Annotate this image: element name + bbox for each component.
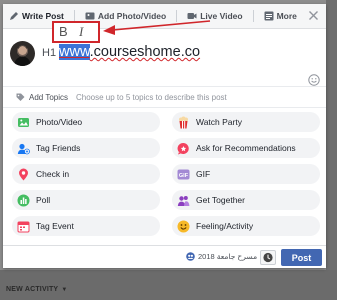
photo-icon bbox=[85, 12, 95, 20]
annotation-arrow-icon bbox=[103, 20, 211, 35]
clock-icon bbox=[263, 252, 273, 263]
backdrop-bottom-bar bbox=[0, 270, 337, 300]
tab-divider bbox=[252, 10, 254, 22]
pencil-icon bbox=[10, 12, 18, 20]
option-gif[interactable]: GIF GIF bbox=[172, 164, 320, 184]
tab-more-label: More bbox=[276, 11, 297, 21]
option-ask-recommendations-label: Ask for Recommendations bbox=[196, 143, 296, 153]
new-activity-label[interactable]: NEW ACTIVITY ▼ bbox=[6, 286, 67, 293]
option-poll[interactable]: Poll bbox=[12, 190, 160, 210]
location-pin-icon bbox=[19, 168, 28, 180]
option-check-in[interactable]: Check in bbox=[12, 164, 160, 184]
group-icon bbox=[186, 252, 195, 261]
option-gif-label: GIF bbox=[196, 169, 211, 179]
post-text-rest: .courseshome.co bbox=[89, 44, 201, 60]
option-tag-friends[interactable]: Tag Friends bbox=[12, 138, 160, 158]
schedule-button[interactable] bbox=[260, 250, 276, 265]
svg-text:GIF: GIF bbox=[179, 173, 189, 179]
add-topics-label: Add Topics bbox=[29, 92, 68, 102]
tab-write-post[interactable]: Write Post bbox=[9, 11, 64, 21]
option-ask-recommendations[interactable]: Ask for Recommendations bbox=[172, 138, 320, 158]
new-activity-text: NEW ACTIVITY bbox=[6, 286, 59, 293]
emoji-icon[interactable] bbox=[308, 74, 320, 86]
poll-icon bbox=[17, 194, 30, 206]
tab-write-post-label: Write Post bbox=[22, 11, 64, 21]
photo-icon bbox=[18, 117, 29, 127]
caret-down-icon: ▼ bbox=[61, 287, 68, 293]
recommend-icon bbox=[177, 142, 189, 154]
option-tag-friends-label: Tag Friends bbox=[36, 143, 81, 153]
option-feeling-activity-label: Feeling/Activity bbox=[196, 221, 254, 231]
option-poll-label: Poll bbox=[36, 195, 51, 205]
option-tag-event[interactable]: Tag Event bbox=[12, 216, 160, 236]
get-together-icon bbox=[177, 195, 190, 206]
popcorn-icon bbox=[179, 116, 188, 128]
add-topics-bar[interactable]: Add Topics Choose up to 5 topics to desc… bbox=[3, 86, 326, 108]
avatar bbox=[10, 41, 35, 66]
option-check-in-label: Check in bbox=[36, 169, 70, 179]
bold-button[interactable]: B bbox=[59, 24, 68, 39]
option-watch-party[interactable]: Watch Party bbox=[172, 112, 320, 132]
add-topics-hint: Choose up to 5 topics to describe this p… bbox=[76, 92, 227, 102]
tag-icon bbox=[16, 93, 25, 101]
audience-selector[interactable]: مسرح جامعة 2018 ▼ bbox=[186, 252, 265, 261]
option-watch-party-label: Watch Party bbox=[196, 117, 242, 127]
user-silhouette-icon bbox=[14, 46, 31, 66]
option-photo-video[interactable]: Photo/Video bbox=[12, 112, 160, 132]
tag-friends-icon bbox=[17, 143, 30, 154]
audience-label: مسرح جامعة 2018 bbox=[198, 252, 258, 261]
composer-footer: مسرح جامعة 2018 ▼ Post bbox=[3, 245, 326, 268]
post-button[interactable]: Post bbox=[281, 249, 322, 266]
option-tag-event-label: Tag Event bbox=[36, 221, 74, 231]
backdrop-strip bbox=[326, 0, 337, 300]
close-icon[interactable] bbox=[308, 10, 319, 21]
option-photo-video-label: Photo/Video bbox=[36, 117, 83, 127]
post-text[interactable]: www.courseshome.co bbox=[59, 44, 200, 60]
heading-tag: H1 bbox=[42, 47, 57, 59]
tab-more[interactable]: More bbox=[264, 11, 297, 21]
selected-text: www bbox=[59, 44, 90, 60]
smiley-icon bbox=[177, 220, 190, 232]
post-composer: Write Post Add Photo/Video Live Video Mo… bbox=[3, 4, 326, 268]
option-get-together-label: Get Together bbox=[196, 195, 245, 205]
gif-icon: GIF bbox=[177, 169, 190, 179]
option-get-together[interactable]: Get Together bbox=[172, 190, 320, 210]
calendar-icon bbox=[17, 221, 30, 232]
option-feeling-activity[interactable]: Feeling/Activity bbox=[172, 216, 320, 236]
text-format-toolbar: B I bbox=[52, 21, 100, 43]
italic-button[interactable]: I bbox=[79, 24, 83, 40]
more-icon bbox=[264, 11, 274, 21]
